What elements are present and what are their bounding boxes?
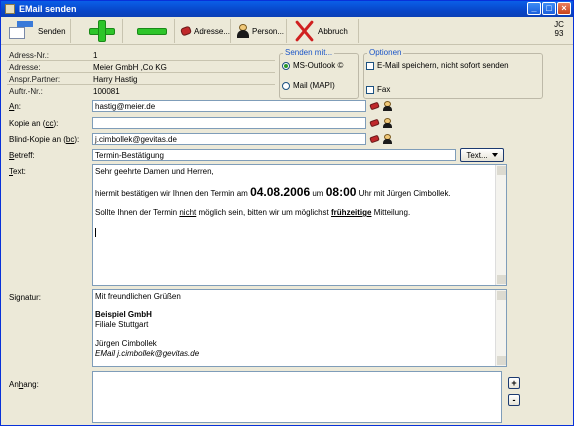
to-row-icons [369, 101, 392, 111]
divider [7, 60, 275, 61]
text-template-label: Text... [466, 150, 488, 160]
person-button-label: Person... [252, 26, 285, 36]
user-code: JC 93 [549, 20, 569, 38]
radio-ms-outlook-label: MS-Outlook © [293, 61, 344, 70]
remove-attachment-button[interactable]: - [508, 394, 520, 406]
radio-ms-outlook[interactable]: MS-Outlook © [282, 61, 343, 70]
address-value: Meier GmbH ,Co KG [93, 63, 167, 72]
minimize-button[interactable]: _ [527, 2, 541, 15]
contact-value: Harry Hastig [93, 75, 138, 84]
minus-icon [137, 27, 167, 35]
person-button[interactable]: Person... [231, 19, 287, 43]
emphasis-early: frühzeitige [331, 208, 372, 217]
address-no-value: 1 [93, 51, 98, 60]
toolbar: Senden Adresse... Person... Abbruch JC 9… [1, 17, 573, 45]
signature-editor[interactable]: Mit freundlichen Grüßen Beispiel GmbH Fi… [92, 289, 507, 367]
appointment-time: 08:00 [325, 185, 357, 199]
message-line-appointment: hiermit bestätigen wir Ihnen den Termin … [95, 185, 451, 199]
to-label: An: [9, 102, 22, 111]
text-caret [95, 228, 96, 237]
clear-eraser-icon[interactable] [369, 118, 380, 128]
subject-label: Betreff: [9, 151, 35, 160]
contact-person-icon[interactable] [383, 118, 392, 128]
message-body-editor[interactable]: Sehr geehrte Damen und Herren, hiermit b… [92, 164, 507, 286]
signature-name: Jürgen Cimbollek [95, 339, 157, 348]
cancel-button[interactable]: Abbruch [287, 19, 359, 43]
order-value: 100081 [93, 87, 120, 96]
divider [7, 72, 275, 73]
checkbox-fax[interactable]: Fax [366, 85, 390, 94]
cc-row-icons [369, 118, 392, 128]
eraser-icon [179, 25, 193, 37]
to-field[interactable]: hastig@meier.de [92, 100, 366, 112]
window-title: EMail senden [19, 4, 77, 14]
plus-icon [87, 20, 117, 42]
user-code-line1: JC [554, 20, 564, 29]
clear-eraser-icon[interactable] [369, 101, 380, 111]
radio-mapi-label: Mail (MAPI) [293, 81, 335, 90]
checkbox-save-only[interactable]: E-Mail speichern, nicht sofort senden [366, 61, 509, 70]
clear-eraser-icon[interactable] [369, 134, 380, 144]
cancel-button-label: Abbruch [318, 26, 348, 36]
options-group: Optionen E-Mail speichern, nicht sofort … [363, 48, 543, 99]
app-icon [5, 4, 15, 14]
order-label: Auftr.-Nr.: [9, 87, 43, 96]
address-button-label: Adresse... [193, 26, 230, 36]
radio-selected-icon [282, 61, 290, 70]
send-button-label: Senden [38, 26, 66, 36]
radio-mapi[interactable]: Mail (MAPI) [282, 81, 335, 90]
divider [7, 84, 275, 85]
emphasis-not: nicht [179, 208, 197, 217]
bcc-label: Blind-Kopie an (bc): [9, 135, 80, 144]
signature-closing: Mit freundlichen Grüßen [95, 292, 181, 301]
send-mail-icon [9, 21, 35, 41]
subject-field[interactable]: Termin-Bestätigung [92, 149, 456, 161]
title-bar: EMail senden _ □ × [1, 1, 573, 17]
checkbox-save-only-label: E-Mail speichern, nicht sofort senden [377, 61, 509, 70]
appointment-date: 04.08.2006 [250, 185, 311, 199]
user-code-line2: 93 [554, 29, 564, 38]
message-scrollbar[interactable] [495, 165, 506, 285]
send-with-title: Senden mit... [283, 48, 335, 57]
add-attachment-button[interactable]: + [508, 377, 520, 389]
chevron-down-icon [491, 153, 498, 157]
signature-scrollbar[interactable] [495, 290, 506, 366]
signature-label: Signatur: [9, 293, 42, 302]
checkbox-icon [366, 61, 374, 70]
contact-label: Anspr.Partner: [9, 75, 61, 84]
email-send-window: EMail senden _ □ × Senden Adresse... Per… [0, 0, 574, 426]
send-button[interactable]: Senden [3, 19, 71, 43]
attachment-list[interactable] [92, 371, 502, 423]
radio-unselected-icon [282, 81, 290, 90]
signature-branch: Filiale Stuttgart [95, 320, 149, 329]
bcc-field[interactable]: j.cimbollek@gevitas.de [92, 133, 366, 145]
person-icon [237, 24, 249, 38]
checkbox-fax-label: Fax [377, 85, 391, 94]
bcc-row-icons [369, 134, 392, 144]
text-template-dropdown[interactable]: Text... [460, 148, 504, 162]
address-no-label: Adress-Nr.: [9, 51, 50, 60]
text-label: Text: [9, 167, 26, 176]
signature-company: Beispiel GmbH [95, 310, 152, 319]
send-with-group: Senden mit... MS-Outlook © Mail (MAPI) [279, 48, 359, 99]
address-button[interactable]: Adresse... [175, 19, 231, 43]
remove-button[interactable] [123, 19, 175, 43]
attachment-label: Anhang: [9, 380, 39, 389]
add-button[interactable] [71, 19, 123, 43]
cc-label: Kopie an (cc): [9, 119, 59, 128]
contact-person-icon[interactable] [383, 101, 392, 111]
maximize-button[interactable]: □ [542, 2, 556, 15]
address-label: Adresse: [9, 63, 41, 72]
cc-field[interactable] [92, 117, 366, 129]
message-line-cancel: Sollte Ihnen der Termin nicht möglich se… [95, 208, 411, 217]
message-greeting: Sehr geehrte Damen und Herren, [95, 167, 214, 176]
checkbox-icon [366, 85, 374, 94]
signature-email: EMail j.cimbollek@gevitas.de [95, 349, 200, 358]
options-title: Optionen [367, 48, 404, 57]
close-button[interactable]: × [557, 2, 571, 15]
contact-person-icon[interactable] [383, 134, 392, 144]
cancel-x-icon [293, 20, 315, 42]
